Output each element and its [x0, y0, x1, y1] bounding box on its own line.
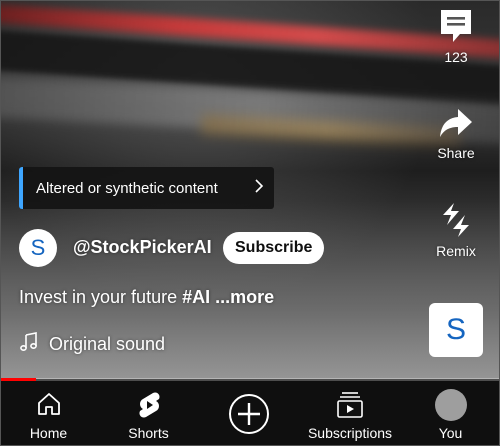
avatar — [434, 389, 467, 421]
remix-icon — [426, 201, 486, 239]
bottom-navigation: Home Shorts Subscriptions You — [1, 381, 499, 445]
add-circle-icon — [228, 394, 269, 434]
comments-count: 123 — [444, 49, 468, 65]
comments-button[interactable]: 123 — [426, 7, 486, 65]
home-icon — [37, 393, 60, 415]
chevron-right-icon — [254, 178, 264, 198]
share-button[interactable]: Share — [426, 105, 486, 161]
remix-button[interactable]: Remix — [426, 201, 486, 259]
altered-content-label: Altered or synthetic content — [36, 179, 218, 197]
sound-thumbnail[interactable]: S — [429, 303, 483, 357]
nav-shorts[interactable]: Shorts — [101, 381, 196, 445]
share-icon — [426, 105, 486, 141]
shorts-player: 123 Share Remix S Altered or synthetic c… — [0, 0, 500, 446]
subscriptions-icon — [337, 392, 363, 418]
nav-home-label: Home — [29, 425, 68, 441]
original-sound-label: Original sound — [49, 334, 166, 354]
channel-avatar[interactable]: S — [19, 229, 57, 267]
nav-shorts-label: Shorts — [128, 425, 169, 441]
original-sound-link[interactable]: Original sound — [19, 332, 165, 357]
video-description[interactable]: Invest in your future #AI ...more — [19, 287, 274, 308]
shorts-icon — [138, 392, 160, 418]
nav-home[interactable]: Home — [1, 381, 96, 445]
nav-you[interactable]: You — [403, 381, 498, 445]
more-link[interactable]: ...more — [210, 287, 274, 307]
description-text: Invest in your future — [19, 287, 183, 307]
altered-content-chip[interactable]: Altered or synthetic content — [19, 167, 274, 209]
altered-accent-bar — [19, 167, 23, 209]
nav-you-label: You — [438, 425, 463, 441]
nav-subscriptions-label: Subscriptions — [307, 425, 393, 441]
comment-icon — [426, 7, 486, 45]
subscribe-button[interactable]: Subscribe — [223, 232, 325, 264]
channel-handle[interactable]: @StockPickerAI — [73, 237, 212, 258]
nav-subscriptions[interactable]: Subscriptions — [301, 381, 399, 445]
remix-label: Remix — [436, 243, 476, 259]
nav-create-button[interactable] — [201, 381, 296, 445]
hashtag-link[interactable]: #AI — [182, 287, 210, 307]
share-label: Share — [437, 145, 475, 161]
music-note-icon — [19, 332, 49, 357]
